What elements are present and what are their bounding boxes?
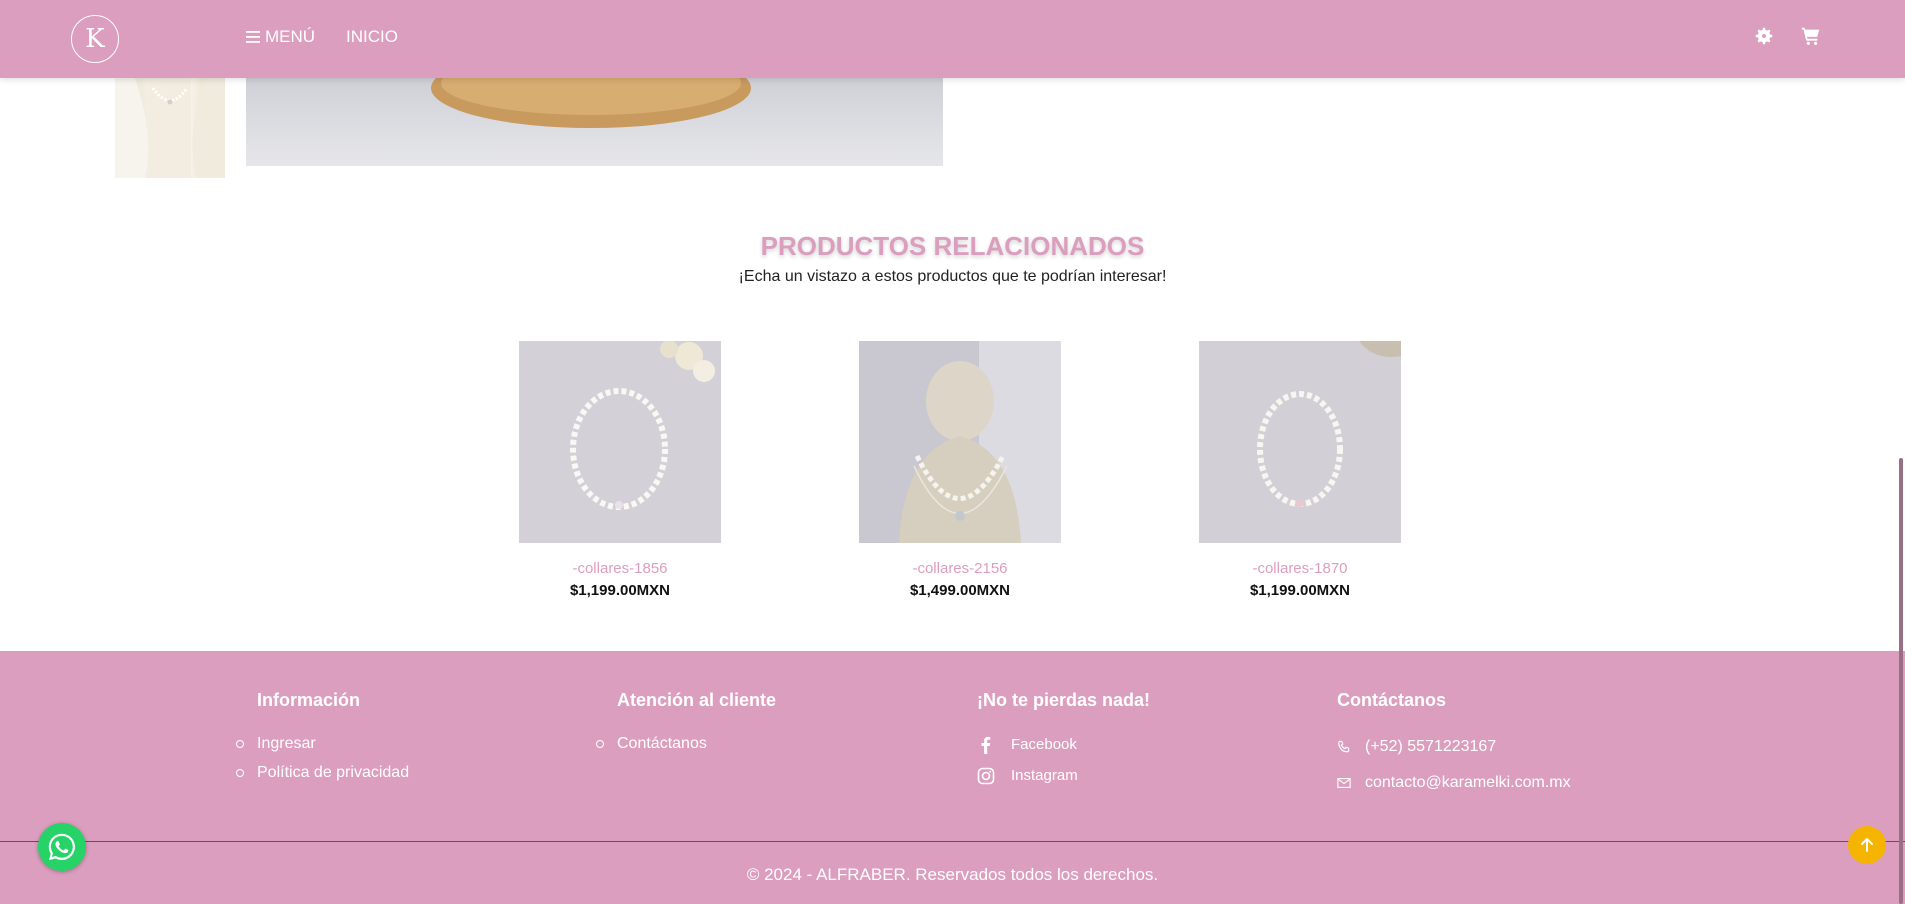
product-image[interactable]	[519, 341, 721, 543]
product-main-image[interactable]	[246, 78, 943, 166]
product-image[interactable]	[859, 341, 1061, 543]
product-price: $1,499.00MXN	[909, 582, 1011, 599]
scroll-to-top-button[interactable]	[1848, 826, 1886, 864]
bullet-icon	[236, 739, 244, 748]
footer-contact-column: Contáctanos (+52) 5571223167 contacto@ka…	[1337, 690, 1571, 801]
product-name[interactable]: -collares-1870	[1199, 560, 1401, 577]
arrow-up-icon	[1861, 838, 1873, 852]
product-card[interactable]: -collares-1870 $1,199.00MXN	[1199, 341, 1401, 599]
necklace-photo	[115, 78, 225, 178]
top-navbar: K MENÚ INICIO	[0, 0, 1905, 78]
site-footer: Información Ingresar Política de privaci…	[0, 651, 1905, 904]
menu-label: MENÚ	[265, 27, 316, 46]
footer-link-contact[interactable]: Contáctanos	[596, 729, 776, 758]
footer-link-login[interactable]: Ingresar	[236, 729, 409, 758]
related-products-subtitle: ¡Echa un vistazo a estos productos que t…	[738, 268, 1167, 285]
scrollbar-thumb[interactable]	[1899, 458, 1903, 904]
footer-divider	[0, 841, 1905, 842]
product-card[interactable]: -collares-2156 $1,499.00MXN	[859, 341, 1061, 599]
footer-social-heading: ¡No te pierdas nada!	[977, 690, 1151, 710]
footer-support-heading: Atención al cliente	[617, 690, 777, 710]
site-logo[interactable]: K	[71, 15, 119, 63]
footer-link-privacy[interactable]: Política de privacidad	[236, 758, 409, 787]
bullet-icon	[236, 768, 244, 777]
product-image[interactable]	[1199, 341, 1401, 543]
product-price: $1,199.00MXN	[1249, 582, 1351, 599]
facebook-icon	[981, 736, 991, 754]
footer-phone[interactable]: (+52) 5571223167	[1337, 729, 1571, 765]
cart-icon[interactable]	[1800, 25, 1822, 47]
footer-link-facebook[interactable]: Facebook	[977, 729, 1150, 760]
bullet-icon	[596, 739, 604, 748]
whatsapp-icon	[48, 833, 75, 861]
related-products-title: PRODUCTOS RELACIONADOS	[760, 231, 1145, 261]
phone-icon	[1338, 740, 1350, 753]
footer-info-column: Información Ingresar Política de privaci…	[236, 690, 409, 787]
nav-home-link[interactable]: INICIO	[346, 27, 398, 47]
copyright-text: © 2024 - ALFRABER. Reservados todos los …	[746, 865, 1159, 884]
footer-contact-heading: Contáctanos	[1337, 690, 1447, 710]
product-photo	[431, 78, 751, 128]
product-thumbnail[interactable]	[115, 78, 225, 178]
instagram-icon	[977, 767, 995, 784]
footer-info-heading: Información	[257, 690, 361, 710]
product-price: $1,199.00MXN	[569, 582, 671, 599]
footer-social-column: ¡No te pierdas nada! Facebook Instagram	[977, 690, 1150, 791]
product-name[interactable]: -collares-1856	[519, 560, 721, 577]
footer-support-column: Atención al cliente Contáctanos	[596, 690, 777, 758]
footer-email[interactable]: contacto@karamelki.com.mx	[1337, 765, 1571, 801]
email-icon	[1337, 778, 1351, 788]
product-card[interactable]: -collares-1856 $1,199.00MXN	[519, 341, 721, 599]
footer-link-instagram[interactable]: Instagram	[977, 760, 1150, 791]
whatsapp-button[interactable]	[38, 823, 86, 871]
menu-button[interactable]: MENÚ	[246, 27, 315, 47]
menu-icon	[246, 31, 260, 43]
gear-icon[interactable]	[1753, 25, 1775, 47]
product-name[interactable]: -collares-2156	[859, 560, 1061, 577]
